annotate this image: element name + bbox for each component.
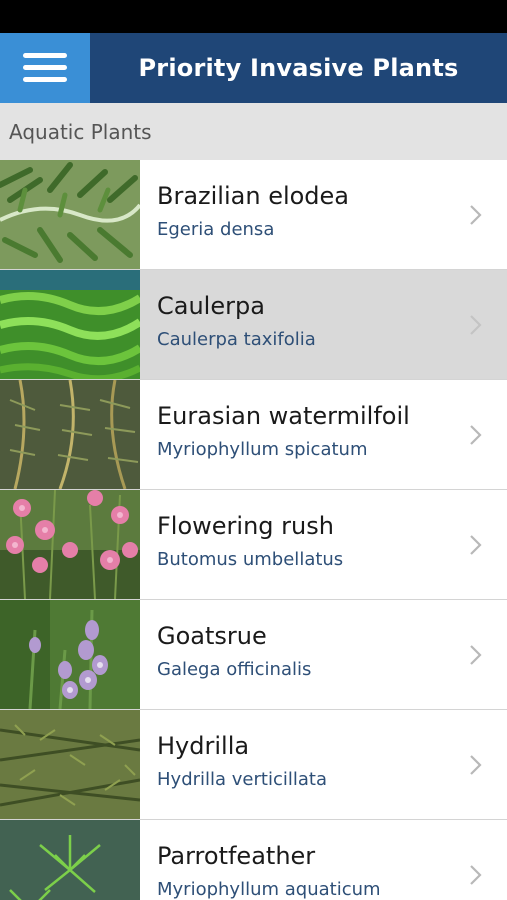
plant-scientific-name: Myriophyllum aquaticum [157,879,381,900]
plant-thumbnail [0,160,140,269]
hamburger-menu-icon [23,52,67,84]
plant-common-name: Brazilian elodea [157,182,350,210]
plant-common-name: Caulerpa [157,292,265,320]
page-title: Priority Invasive Plants [138,54,459,82]
plant-scientific-name: Egeria densa [157,219,275,240]
plant-scientific-name: Caulerpa taxifolia [157,329,316,350]
app-header: Priority Invasive Plants [0,33,507,103]
chevron-right-icon [470,425,482,445]
chevron-right-icon [470,205,482,225]
chevron-right-icon [470,315,482,335]
plant-thumbnail [0,820,140,900]
chevron-right-icon [470,645,482,665]
status-bar [0,0,507,33]
plant-scientific-name: Hydrilla verticillata [157,769,327,790]
plant-thumbnail [0,270,140,379]
plant-common-name: Flowering rush [157,512,334,540]
plant-common-name: Eurasian watermilfoil [157,402,410,430]
plant-common-name: Goatsrue [157,622,267,650]
plant-scientific-name: Galega officinalis [157,659,312,680]
list-item-goatsrue[interactable]: Goatsrue Galega officinalis [0,600,507,710]
list-item-hydrilla[interactable]: Hydrilla Hydrilla verticillata [0,710,507,820]
plant-common-name: Parrotfeather [157,842,316,870]
chevron-right-icon [470,865,482,885]
plant-common-name: Hydrilla [157,732,250,760]
plant-scientific-name: Myriophyllum spicatum [157,439,368,460]
plant-list[interactable]: Brazilian elodea Egeria densa Caulerpa C… [0,160,507,900]
chevron-right-icon [470,755,482,775]
plant-thumbnail [0,490,140,599]
menu-button[interactable] [0,33,90,103]
chevron-right-icon [470,535,482,555]
plant-thumbnail [0,380,140,489]
list-item-caulerpa[interactable]: Caulerpa Caulerpa taxifolia [0,270,507,380]
list-item-brazilian-elodea[interactable]: Brazilian elodea Egeria densa [0,160,507,270]
section-header: Aquatic Plants [0,103,507,160]
list-item-flowering-rush[interactable]: Flowering rush Butomus umbellatus [0,490,507,600]
plant-thumbnail [0,600,140,709]
list-item-eurasian-watermilfoil[interactable]: Eurasian watermilfoil Myriophyllum spica… [0,380,507,490]
plant-thumbnail [0,710,140,819]
plant-scientific-name: Butomus umbellatus [157,549,344,570]
list-item-parrotfeather[interactable]: Parrotfeather Myriophyllum aquaticum [0,820,507,900]
